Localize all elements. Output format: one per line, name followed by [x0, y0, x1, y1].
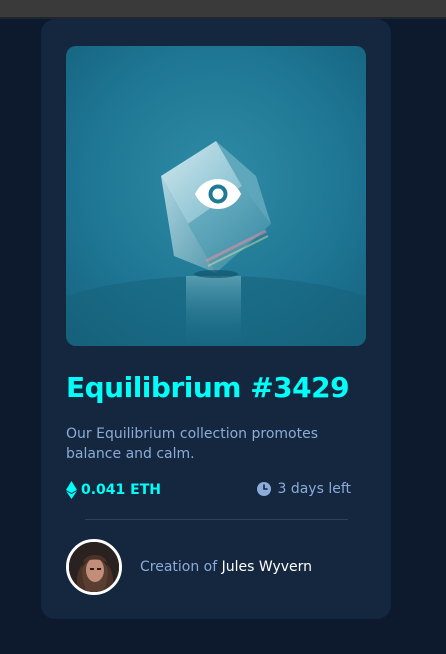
browser-top-bar	[0, 0, 446, 19]
creator-name-link[interactable]: Jules Wyvern	[222, 559, 312, 575]
nft-title[interactable]: Equilibrium #3429	[66, 371, 350, 404]
avatar	[66, 539, 122, 595]
price-value: 0.041 ETH	[81, 482, 161, 498]
time-left-value: 3 days left	[277, 481, 351, 497]
ethereum-icon	[66, 481, 77, 499]
nft-preview-image[interactable]	[66, 46, 366, 346]
price: 0.041 ETH	[66, 481, 161, 499]
price-time-row: 0.041 ETH 3 days left	[66, 481, 351, 503]
card-divider	[85, 519, 348, 520]
creator-text: Creation of Jules Wyvern	[140, 559, 312, 575]
creator-row: Creation of Jules Wyvern	[66, 539, 366, 595]
nft-description: Our Equilibrium collection promotes bala…	[66, 426, 318, 462]
creator-prefix: Creation of	[140, 559, 218, 575]
clock-icon	[257, 482, 272, 496]
nft-card: Equilibrium #3429 Our Equilibrium collec…	[41, 19, 391, 619]
creator-avatar-image	[69, 542, 119, 592]
time-left: 3 days left	[257, 481, 351, 497]
eye-icon	[195, 179, 241, 209]
